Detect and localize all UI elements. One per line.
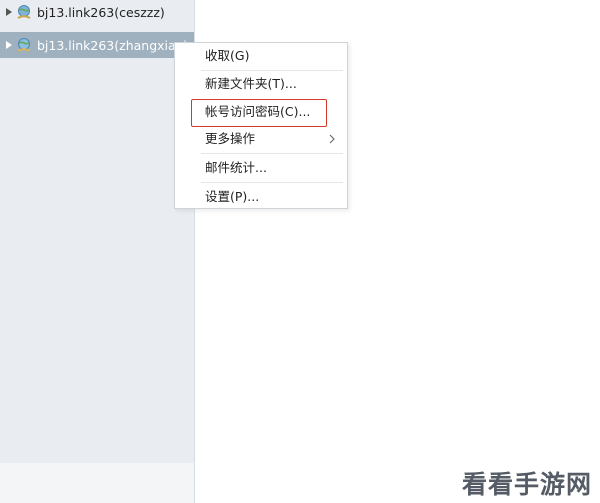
menu-item-mail-statistics[interactable]: 邮件统计... [175, 156, 347, 180]
account-label: bj13.link263(zhangxiaoj [37, 37, 187, 53]
account-row-selected[interactable]: bj13.link263(zhangxiaoj [0, 32, 194, 58]
menu-item-new-folder[interactable]: 新建文件夹(T)... [175, 72, 347, 96]
menu-item-receive[interactable]: 收取(G) [175, 44, 347, 68]
menu-item-settings[interactable]: 设置(P)... [175, 185, 347, 209]
menu-separator [201, 70, 343, 71]
expand-arrow-icon[interactable] [6, 41, 12, 49]
account-globe-icon [17, 38, 31, 52]
account-row[interactable]: bj13.link263(ceszzz) [0, 0, 194, 24]
menu-item-label: 更多操作 [205, 131, 256, 146]
account-tree-panel: bj13.link263(ceszzz) bj13.link263(zhangx… [0, 0, 195, 463]
menu-item-account-password[interactable]: 帐号访问密码(C)... [175, 100, 347, 124]
watermark-text: 看看手游网 [461, 470, 592, 499]
expand-arrow-icon[interactable] [6, 8, 12, 16]
account-label: bj13.link263(ceszzz) [37, 4, 165, 20]
chevron-right-icon [329, 134, 335, 144]
menu-item-more-actions[interactable]: 更多操作 [175, 127, 347, 151]
context-menu: 收取(G) 新建文件夹(T)... 帐号访问密码(C)... 更多操作 邮件统计… [174, 42, 348, 209]
menu-separator [201, 153, 343, 154]
account-globe-icon [17, 5, 31, 19]
menu-separator [201, 182, 343, 183]
sidebar-footer [0, 463, 195, 503]
